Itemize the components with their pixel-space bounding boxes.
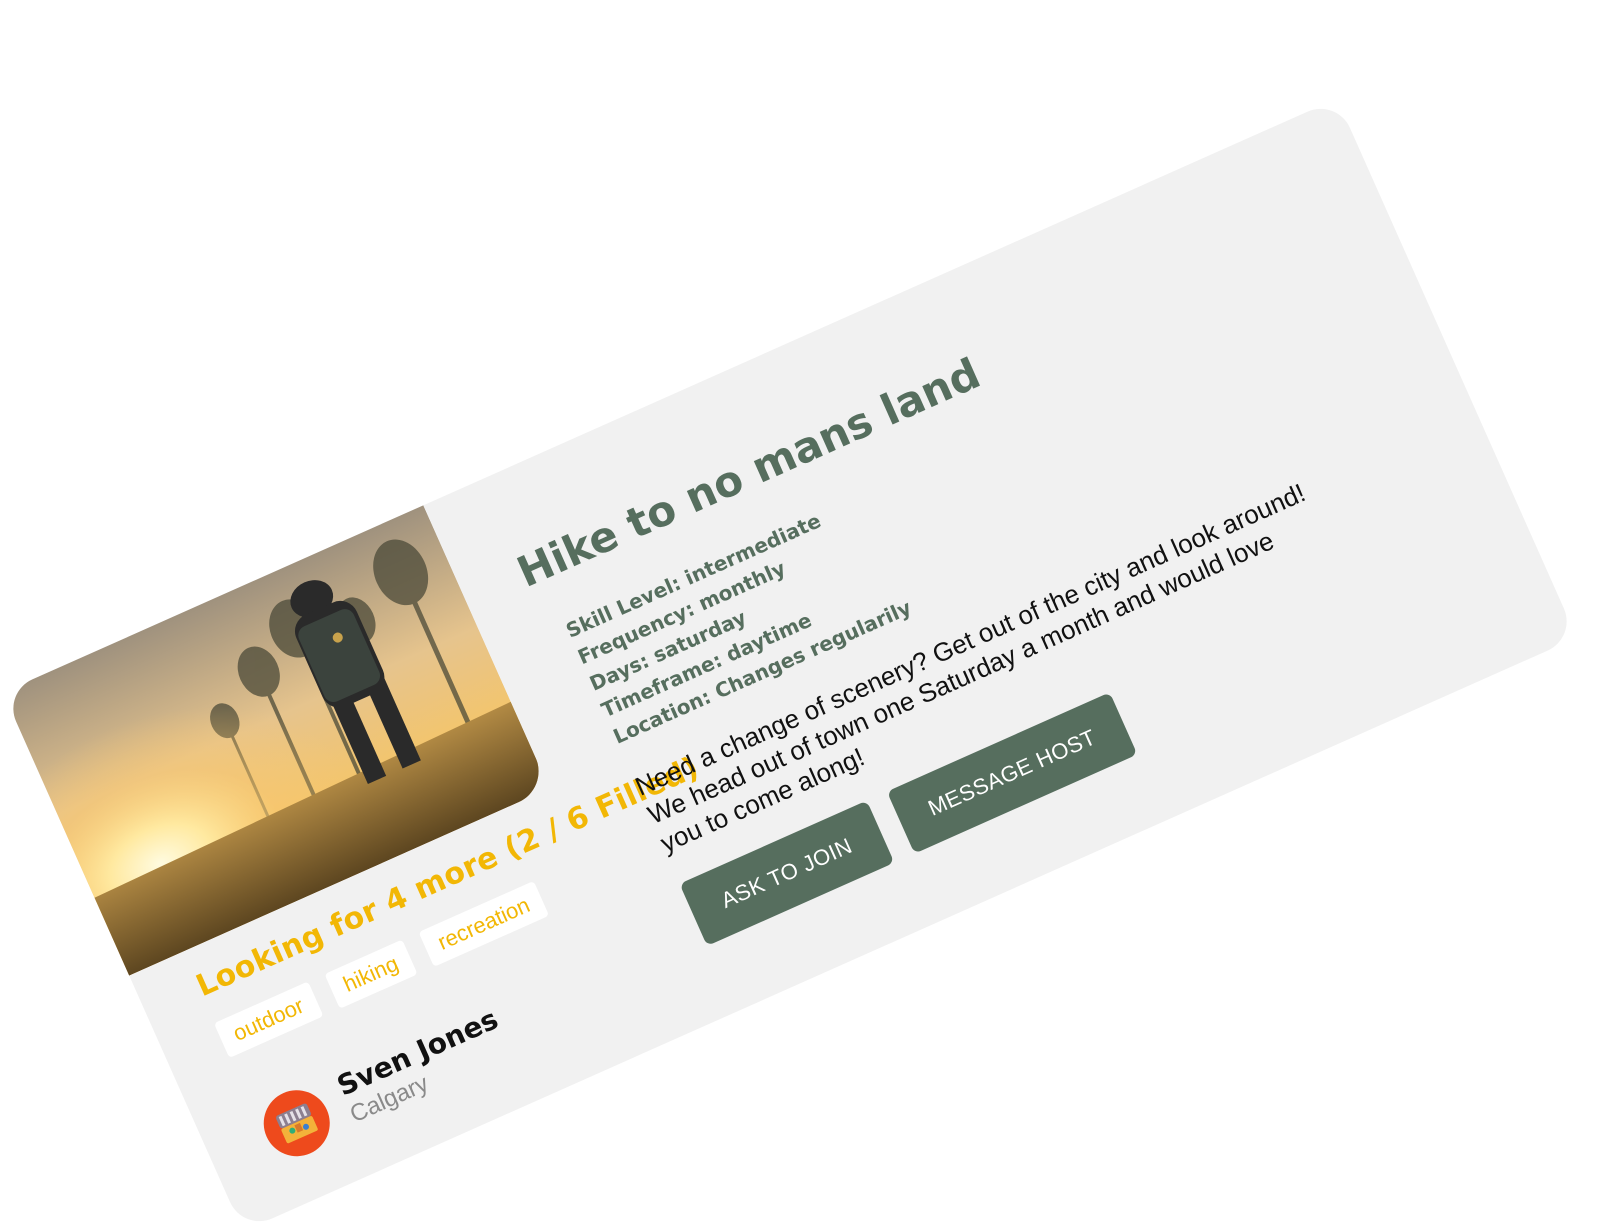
listing-photo (3, 496, 550, 980)
listing-card: Looking for 4 more (2 / 6 Filled) outdoo… (3, 98, 1577, 1231)
avatar[interactable] (253, 1079, 341, 1167)
treasure-chest-icon (276, 1103, 318, 1144)
hiker-sunrise-image (3, 496, 550, 980)
host-text: Sven Jones Calgary (332, 1002, 516, 1130)
tag-chip[interactable]: hiking (324, 939, 418, 1009)
